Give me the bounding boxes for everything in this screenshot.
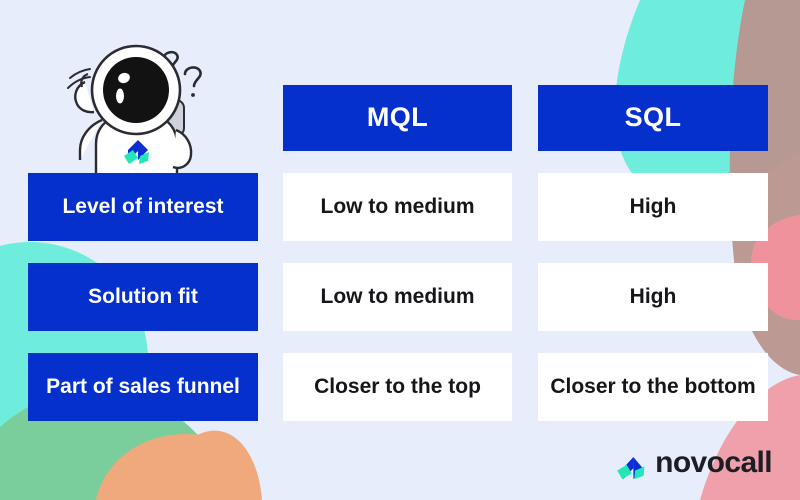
row-label-part-of-sales-funnel: Part of sales funnel	[28, 353, 258, 421]
table-row: Level of interest Low to medium High	[28, 173, 770, 241]
row-label-level-of-interest: Level of interest	[28, 173, 258, 241]
novocall-wordmark: novocall	[655, 446, 773, 479]
cell-sql-level-of-interest: High	[538, 173, 768, 241]
cell-sql-solution-fit: High	[538, 263, 768, 331]
header-label-spacer	[28, 85, 258, 151]
table-row: Part of sales funnel Closer to the top C…	[28, 353, 770, 421]
header-cell-sql: SQL	[538, 85, 768, 151]
novocall-logo-mark	[617, 457, 645, 480]
blob-orange-bottom-wide	[96, 434, 262, 500]
novocall-logo: novocall	[613, 446, 773, 480]
row-label-solution-fit: Solution fit	[28, 263, 258, 331]
cell-mql-part-of-sales-funnel: Closer to the top	[283, 353, 512, 421]
infographic-canvas: MQL SQL Level of interest Low to medium …	[0, 0, 800, 500]
cell-mql-level-of-interest: Low to medium	[283, 173, 512, 241]
cell-mql-solution-fit: Low to medium	[283, 263, 512, 331]
table-header-row: MQL SQL	[28, 85, 770, 151]
table-row: Solution fit Low to medium High	[28, 263, 770, 331]
header-cell-mql: MQL	[283, 85, 512, 151]
blob-orange-bottom	[148, 430, 262, 500]
comparison-table: MQL SQL Level of interest Low to medium …	[28, 85, 770, 421]
cell-sql-part-of-sales-funnel: Closer to the bottom	[538, 353, 768, 421]
